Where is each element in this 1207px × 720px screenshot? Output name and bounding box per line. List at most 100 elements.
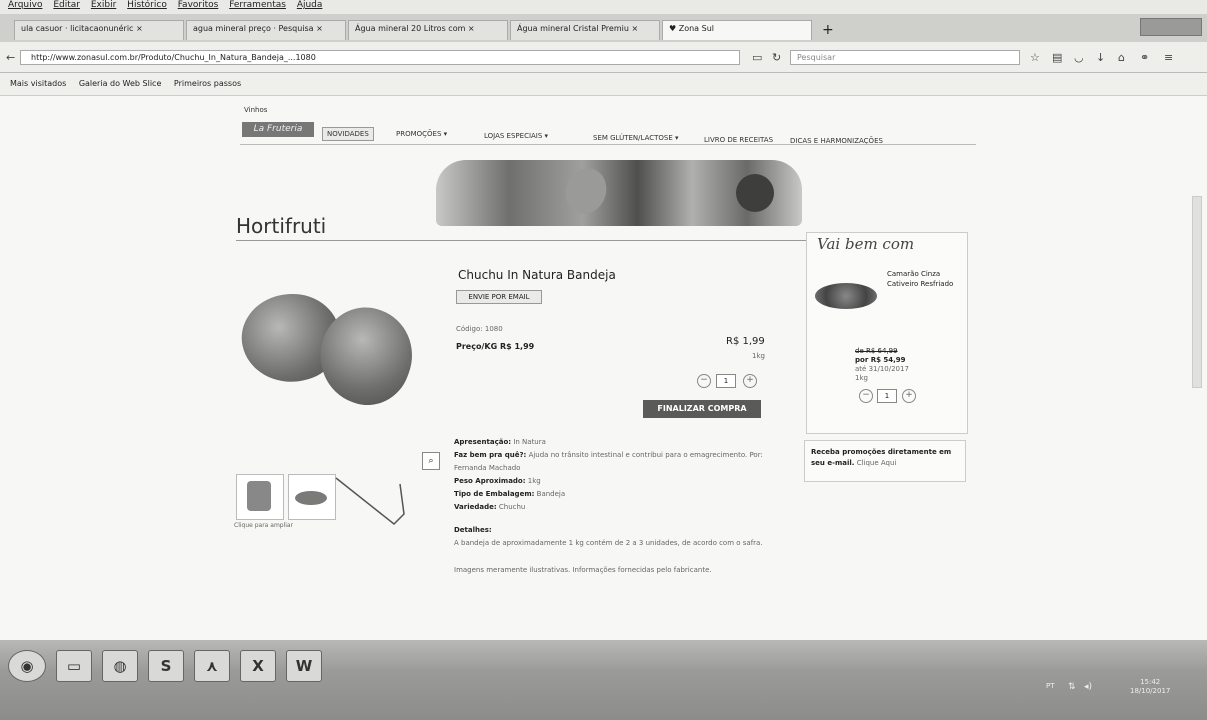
pdf-reader-icon[interactable]: ⋏	[194, 650, 230, 682]
tray-time: 15:42	[1140, 678, 1161, 686]
start-button-icon[interactable]: ◉	[8, 650, 46, 682]
detail-faz-bem-label: Faz bem pra quê?:	[454, 451, 527, 459]
email-button[interactable]: ENVIE POR EMAIL	[456, 290, 542, 304]
bookmark-galeria[interactable]: Galeria do Web Slice	[79, 79, 162, 88]
folder-icon[interactable]: ▭	[56, 650, 92, 682]
tab-zona-sul-label: Zona Sul	[678, 24, 714, 33]
disclaimer-text: Imagens meramente ilustrativas. Informaç…	[454, 566, 712, 574]
hero-fruit-banner	[436, 160, 802, 226]
newsletter-box: Receba promoções diretamente em seu e-ma…	[804, 440, 966, 482]
sync-icon[interactable]: ⚭	[1140, 51, 1149, 64]
tab-1[interactable]: ula casuor · licitacaonunéric ×	[14, 20, 184, 40]
reload-icon[interactable]: ↻	[772, 51, 781, 64]
related-qty-plus[interactable]: +	[902, 389, 916, 403]
related-qty-minus[interactable]: −	[859, 389, 873, 403]
detail-peso: Peso Aproximado: 1kg	[454, 475, 774, 488]
papaya-shape	[559, 162, 613, 220]
nav-sem-gluten[interactable]: SEM GLÚTEN/LACTOSE ▾	[593, 134, 679, 142]
qty-input[interactable]: 1	[716, 374, 736, 388]
product-unit: 1kg	[752, 352, 765, 360]
volume-icon[interactable]: ◂)	[1084, 682, 1092, 692]
bookmark-mais-visitados[interactable]: Mais visitados	[10, 79, 66, 88]
url-bar[interactable]: http://www.zonasul.com.br/Produto/Chuchu…	[20, 50, 740, 65]
category-underline	[236, 240, 806, 241]
nav-livro-receitas[interactable]: LIVRO DE RECEITAS	[704, 136, 773, 144]
related-unit: 1kg	[855, 374, 868, 382]
detail-embalagem: Tipo de Embalagem: Bandeja	[454, 488, 774, 501]
site-logo[interactable]: La Fruteria	[242, 122, 314, 137]
nav-promocoes[interactable]: PROMOÇÕES ▾	[396, 130, 447, 138]
skype-icon[interactable]: S	[148, 650, 184, 682]
detail-variedade-value: Chuchu	[498, 503, 526, 511]
tab-2[interactable]: agua mineral preço · Pesquisa ×	[186, 20, 346, 40]
window-controls[interactable]	[1140, 18, 1202, 36]
menu-favoritos[interactable]: Favoritos	[178, 0, 219, 10]
related-product-name[interactable]: Camarão Cinza Cativeiro Resfriado	[887, 269, 961, 289]
new-tab-button[interactable]: +	[822, 22, 834, 38]
thumbnail-2[interactable]	[288, 474, 336, 520]
detail-embalagem-value: Bandeja	[536, 490, 566, 498]
tab-zona-sul[interactable]: ♥ Zona Sul	[662, 20, 812, 40]
reader-view-icon[interactable]: ▭	[752, 51, 762, 64]
nav-divider	[240, 144, 976, 145]
related-product-image[interactable]	[815, 283, 877, 309]
back-arrow-icon[interactable]: ←	[6, 51, 15, 64]
menu-editar[interactable]: Editar	[53, 0, 80, 10]
word-icon[interactable]: W	[286, 650, 322, 682]
thumbnail-1[interactable]	[236, 474, 284, 520]
menu-bar: Arquivo Editar Exibir Histórico Favorito…	[0, 0, 1207, 14]
thumbnail-2-image	[295, 491, 327, 505]
product-price: R$ 1,99	[726, 336, 765, 347]
bookmarks-bar: Mais visitados Galeria do Web Slice Prim…	[0, 73, 1207, 96]
nav-novidades[interactable]: NOVIDADES	[322, 127, 374, 141]
page-scrollbar[interactable]	[1192, 196, 1202, 388]
related-product-panel: Vai bem com Camarão Cinza Cativeiro Resf…	[806, 232, 968, 434]
related-qty-input[interactable]: 1	[877, 389, 897, 403]
top-link-vinhos[interactable]: Vinhos	[244, 106, 267, 114]
nav-lojas-especiais[interactable]: LOJAS ESPECIAIS ▾	[484, 132, 548, 140]
price-per-kg: Preço/KG R$ 1,99	[456, 342, 535, 351]
qty-plus-button[interactable]: +	[743, 374, 757, 388]
tab-4[interactable]: Água mineral Cristal Premiu ×	[510, 20, 660, 40]
vai-bem-com-title: Vai bem com	[817, 235, 915, 253]
finalizar-compra-button[interactable]: FINALIZAR COMPRA	[643, 400, 761, 418]
tab-strip: ula casuor · licitacaonunéric × agua min…	[0, 14, 1207, 42]
tab-3[interactable]: Água mineral 20 Litros com ×	[348, 20, 508, 40]
related-product-prices: de R$ 64,99 por R$ 54,99 até 31/10/2017 …	[855, 347, 909, 383]
menu-historico[interactable]: Histórico	[127, 0, 167, 10]
tray-language[interactable]: PT	[1046, 682, 1055, 690]
product-code: Código: 1080	[456, 325, 503, 333]
bookmarks-list-icon[interactable]: ▤	[1052, 51, 1062, 64]
detail-variedade: Variedade: Chuchu	[454, 501, 774, 514]
detail-faz-bem: Faz bem pra quê?: Ajuda no trânsito inte…	[454, 449, 774, 475]
home-icon[interactable]: ⌂	[1118, 51, 1125, 64]
excel-icon[interactable]: X	[240, 650, 276, 682]
pen-scribble	[335, 477, 405, 526]
detail-peso-label: Peso Aproximado:	[454, 477, 526, 485]
detail-apresentacao: Apresentação: In Natura	[454, 436, 774, 449]
qty-minus-button[interactable]: −	[697, 374, 711, 388]
product-details: Apresentação: In Natura Faz bem pra quê?…	[454, 436, 774, 577]
newsletter-link[interactable]: Clique Aqui	[857, 459, 897, 467]
network-icon[interactable]: ⇅	[1068, 682, 1076, 692]
menu-hamburger-icon[interactable]: ≡	[1164, 51, 1173, 64]
pocket-icon[interactable]: ◡	[1074, 51, 1084, 64]
bookmark-primeiros-passos[interactable]: Primeiros passos	[174, 79, 241, 88]
detail-peso-value: 1kg	[527, 477, 541, 485]
detail-variedade-label: Variedade:	[454, 503, 497, 511]
detalhes-text: A bandeja de aproximadamente 1 kg contém…	[454, 539, 763, 547]
menu-ajuda[interactable]: Ajuda	[297, 0, 323, 10]
tray-clock[interactable]: 15:42 18/10/2017	[1130, 678, 1170, 696]
detail-embalagem-label: Tipo de Embalagem:	[454, 490, 535, 498]
menu-exibir[interactable]: Exibir	[91, 0, 116, 10]
detalhes-label: Detalhes:	[454, 526, 492, 534]
firefox-icon[interactable]: ◍	[102, 650, 138, 682]
tray-date: 18/10/2017	[1130, 687, 1171, 695]
menu-arquivo[interactable]: Arquivo	[8, 0, 42, 10]
bookmark-star-icon[interactable]: ☆	[1030, 51, 1040, 64]
search-input[interactable]: Pesquisar	[790, 50, 1020, 65]
detail-apresentacao-label: Apresentação:	[454, 438, 512, 446]
zoom-icon[interactable]: ⌕	[422, 452, 440, 470]
menu-ferramentas[interactable]: Ferramentas	[229, 0, 286, 10]
download-icon[interactable]: ↓	[1096, 51, 1105, 64]
